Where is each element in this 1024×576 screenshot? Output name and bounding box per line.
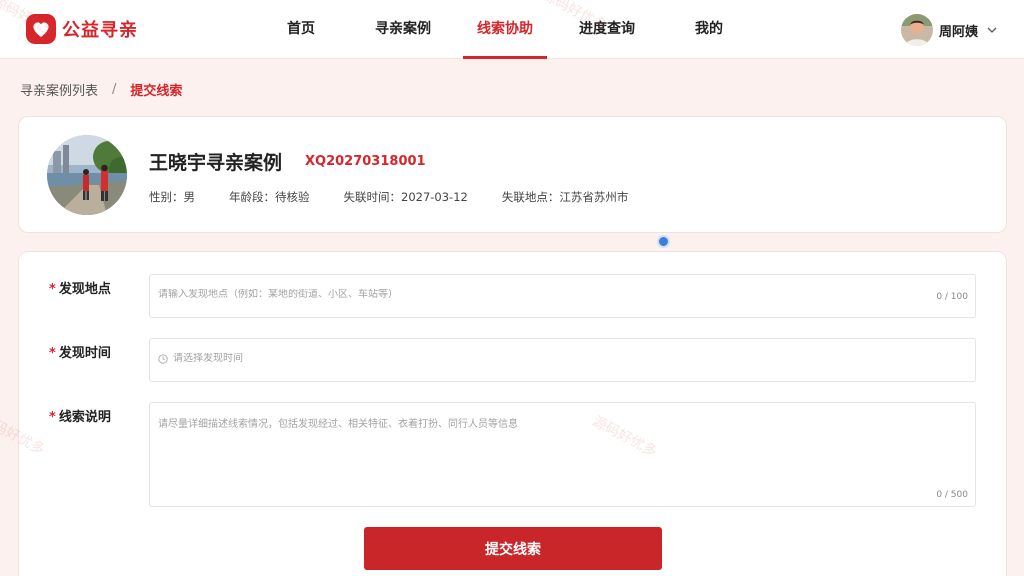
user-avatar — [900, 14, 933, 46]
nav-home[interactable]: 首页 — [250, 0, 352, 59]
submit-clue-button[interactable]: 提交线索 — [364, 527, 662, 570]
description-field[interactable]: 0 / 500 — [149, 402, 976, 507]
location-counter: 0 / 100 — [936, 292, 968, 302]
heart-logo-icon — [26, 14, 56, 44]
required-mark: * — [49, 346, 56, 361]
breadcrumb: 寻亲案例列表 / 提交线索 — [20, 80, 182, 99]
breadcrumb-separator: / — [112, 82, 117, 97]
case-id: XQ20270318001 — [305, 154, 426, 169]
location-label: * 发现地点 — [49, 282, 111, 297]
clue-form: *发现地点 0 / 100 *发现时间 *线索说明 0 / 500 提交线索 — [18, 251, 1007, 576]
breadcrumb-case-list[interactable]: 寻亲案例列表 — [20, 80, 98, 99]
user-name: 周阿姨 — [938, 24, 978, 40]
case-meta: 性别：男 年龄段：待核验 失联时间：2027-03-12 失联地点：江苏省苏州市 — [149, 189, 662, 205]
user-menu[interactable]: 周阿姨 — [900, 14, 998, 46]
time-label: * 发现时间 — [49, 346, 111, 361]
required-mark: * — [49, 282, 56, 297]
description-counter: 0 / 500 — [936, 490, 968, 500]
top-header: 公益寻亲 首页 寻亲案例 线索协助 进度查询 我的 周阿姨 — [0, 0, 1024, 59]
nav-cases[interactable]: 寻亲案例 — [352, 0, 454, 59]
nav-mine[interactable]: 我的 — [658, 0, 760, 59]
case-gender: 性别：男 — [149, 190, 195, 204]
brand-logo[interactable]: 公益寻亲 — [26, 14, 138, 44]
description-textarea[interactable] — [158, 415, 966, 485]
case-age-group: 年龄段：待核验 — [229, 190, 310, 204]
brand-name: 公益寻亲 — [62, 20, 138, 41]
description-label: * 线索说明 — [49, 410, 111, 425]
clock-icon — [158, 354, 168, 364]
main-nav: 首页 寻亲案例 线索协助 进度查询 我的 — [250, 0, 760, 59]
case-summary-card: 王晓宇寻亲案例 XQ20270318001 性别：男 年龄段：待核验 失联时间：… — [18, 116, 1007, 233]
case-lost-time: 失联时间：2027-03-12 — [343, 190, 468, 204]
breadcrumb-current: 提交线索 — [130, 84, 183, 99]
time-input[interactable] — [173, 353, 953, 364]
nav-progress[interactable]: 进度查询 — [556, 0, 658, 59]
nav-clue-assist[interactable]: 线索协助 — [454, 0, 556, 59]
time-picker[interactable] — [149, 338, 976, 382]
chevron-down-icon[interactable] — [986, 24, 998, 36]
case-lost-place: 失联地点：江苏省苏州市 — [501, 190, 629, 204]
required-mark: * — [49, 410, 56, 425]
drag-handle[interactable] — [657, 235, 670, 248]
case-title: 王晓宇寻亲案例 — [149, 152, 283, 174]
location-field[interactable]: 0 / 100 — [149, 274, 976, 318]
location-input[interactable] — [158, 289, 918, 300]
case-photo — [47, 135, 127, 215]
